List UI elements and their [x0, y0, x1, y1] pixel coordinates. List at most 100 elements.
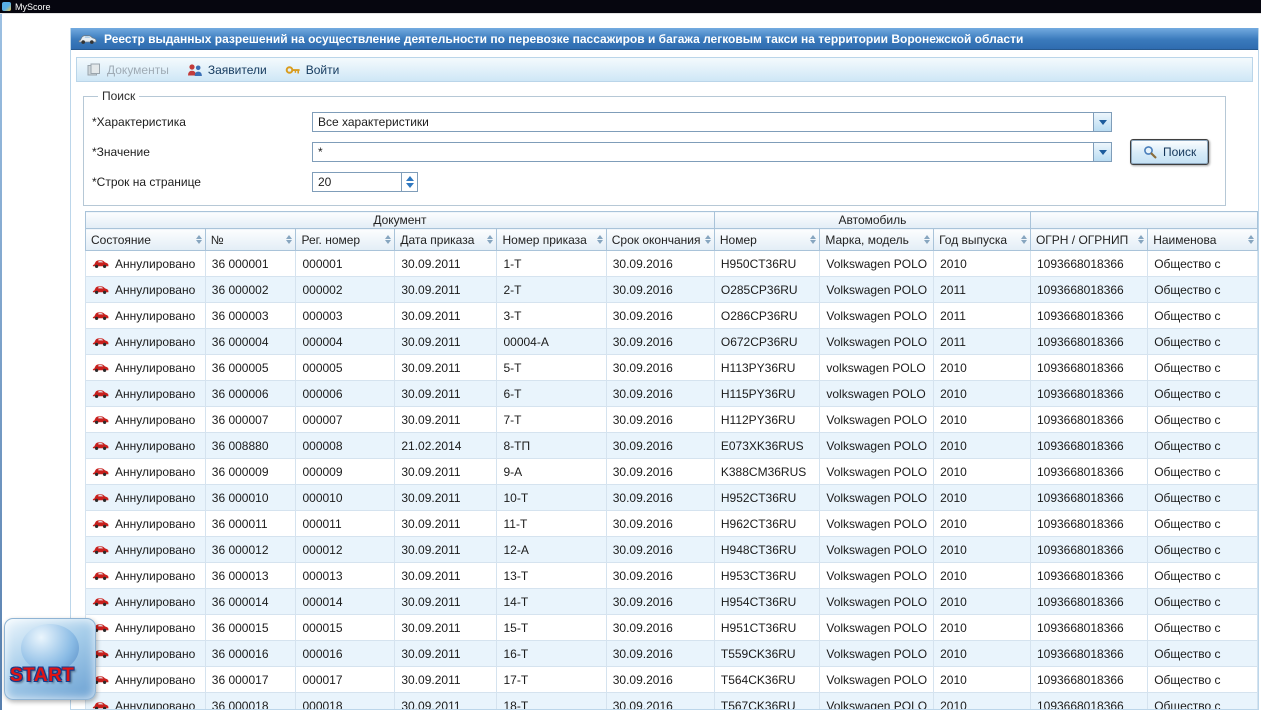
sort-icon[interactable]	[286, 232, 292, 247]
search-button[interactable]: Поиск	[1130, 139, 1210, 165]
status-cell: Аннулировано	[85, 302, 206, 329]
table-cell: H115PY36RU	[713, 380, 821, 407]
column-header-order-number[interactable]: Номер приказа	[496, 228, 607, 251]
status-cell: Аннулировано	[85, 562, 206, 589]
sort-icon[interactable]	[597, 232, 603, 247]
table-row[interactable]: Аннулировано 36 000014 000014 30.09.2011 14-…	[85, 588, 1258, 615]
table-row[interactable]: Аннулировано 36 000013 000013 30.09.2011 13-…	[85, 562, 1258, 589]
search-button-label: Поиск	[1163, 145, 1197, 159]
table-cell: Общество с	[1147, 692, 1258, 709]
sort-icon[interactable]	[487, 232, 493, 247]
table-cell: 2010	[933, 692, 1031, 709]
table-row[interactable]: Аннулировано 36 000003 000003 30.09.2011 3-Т…	[85, 302, 1258, 329]
sort-icon[interactable]	[1021, 232, 1027, 247]
table-cell: 1093668018366	[1029, 302, 1149, 329]
sort-icon[interactable]	[196, 232, 202, 247]
table-cell: 30.09.2011	[394, 536, 498, 563]
table-cell: 3-Т	[496, 302, 607, 329]
table-row[interactable]: Аннулировано 36 000004 000004 30.09.2011 000…	[85, 328, 1258, 355]
table-row[interactable]: Аннулировано 36 000016 000016 30.09.2011 16-…	[85, 640, 1258, 667]
column-header-make-model[interactable]: Марка, модель	[819, 228, 935, 251]
table-cell: Общество с	[1147, 536, 1258, 563]
table-cell: 2010	[933, 354, 1031, 381]
sort-icon[interactable]	[924, 232, 930, 247]
table-cell: 30.09.2011	[394, 380, 498, 407]
table-cell: Общество с	[1147, 666, 1258, 693]
table-row[interactable]: Аннулировано 36 000005 000005 30.09.2011 5-Т…	[85, 354, 1258, 381]
table-cell: 000011	[295, 510, 396, 537]
sort-icon[interactable]	[1248, 232, 1254, 247]
characteristic-combobox[interactable]: Все характеристики	[312, 112, 1112, 132]
table-cell: 16-Т	[496, 640, 607, 667]
table-cell: 2010	[933, 406, 1031, 433]
status-cell: Аннулировано	[85, 458, 206, 485]
table-cell: 36 000009	[204, 458, 297, 485]
toolbar-item-applicants[interactable]: Заявители	[187, 63, 267, 77]
column-header-reg-number[interactable]: Рег. номер	[295, 228, 396, 251]
status-cell: Аннулировано	[85, 640, 206, 667]
people-icon	[187, 63, 203, 77]
table-cell: 6-Т	[496, 380, 607, 407]
table-cell: 1093668018366	[1029, 406, 1149, 433]
toolbar-item-login[interactable]: Войти	[285, 63, 339, 77]
table-row[interactable]: Аннулировано 36 000007 000007 30.09.2011 7-Т…	[85, 406, 1258, 433]
table-cell: 000016	[295, 640, 396, 667]
table-cell: 000007	[295, 406, 396, 433]
table-cell: H950CT36RU	[713, 250, 821, 277]
table-cell: H113PY36RU	[713, 354, 821, 381]
table-cell: 30.09.2016	[605, 328, 715, 355]
table-row[interactable]: Аннулировано 36 008880 000008 21.02.2014 8-Т…	[85, 432, 1258, 459]
table-cell: H951CT36RU	[713, 614, 821, 641]
status-text: Аннулировано	[115, 438, 196, 453]
table-row[interactable]: Аннулировано 36 000015 000015 30.09.2011 15-…	[85, 614, 1258, 641]
sort-icon[interactable]	[1138, 232, 1144, 247]
value-combobox[interactable]: *	[312, 142, 1112, 162]
sort-icon[interactable]	[385, 232, 391, 247]
chevron-down-icon[interactable]	[1093, 143, 1111, 161]
value-label: *Значение	[92, 145, 150, 159]
table-cell: 30.09.2011	[394, 484, 498, 511]
status-cell: Аннулировано	[85, 380, 206, 407]
table-row[interactable]: Аннулировано 36 000002 000002 30.09.2011 2-Т…	[85, 276, 1258, 303]
table-row[interactable]: Аннулировано 36 000011 000011 30.09.2011 11-…	[85, 510, 1258, 537]
table-cell: 30.09.2016	[605, 354, 715, 381]
red-car-icon	[92, 494, 109, 502]
column-header-order-date[interactable]: Дата приказа	[394, 228, 498, 251]
table-cell: 2011	[933, 302, 1031, 329]
table-row[interactable]: Аннулировано 36 000017 000017 30.09.2011 17-…	[85, 666, 1258, 693]
table-cell: Общество с	[1147, 406, 1258, 433]
table-cell: 1093668018366	[1029, 562, 1149, 589]
table-cell: 30.09.2016	[605, 510, 715, 537]
column-header-year[interactable]: Год выпуска	[933, 228, 1031, 251]
rows-per-page-input[interactable]: 20	[312, 172, 402, 192]
sort-icon[interactable]	[810, 232, 816, 247]
window-left-border	[0, 14, 2, 710]
table-cell: 30.09.2011	[394, 640, 498, 667]
sort-icon[interactable]	[705, 232, 711, 247]
table-row[interactable]: Аннулировано 36 000001 000001 30.09.2011 1-Т…	[85, 250, 1258, 277]
table-row[interactable]: Аннулировано 36 000018 000018 30.09.2011 18-…	[85, 692, 1258, 709]
red-car-icon	[92, 364, 109, 372]
table-cell: 15-Т	[496, 614, 607, 641]
column-header-plate[interactable]: Номер	[713, 228, 821, 251]
column-header-expiry-date[interactable]: Срок окончания	[605, 228, 715, 251]
column-header-ogrn[interactable]: ОГРН / ОГРНИП	[1029, 228, 1149, 251]
up-down-arrows-icon[interactable]	[402, 172, 418, 192]
start-label: START	[10, 665, 75, 686]
chevron-down-icon[interactable]	[1093, 113, 1111, 131]
table-row[interactable]: Аннулировано 36 000006 000006 30.09.2011 6-Т…	[85, 380, 1258, 407]
column-header-name[interactable]: Наименова	[1147, 228, 1258, 251]
column-label: Номер	[719, 232, 757, 247]
table-cell: Общество с	[1147, 588, 1258, 615]
column-header-status[interactable]: Состояние	[85, 228, 206, 251]
start-overlay-button[interactable]: START	[4, 618, 96, 700]
table-cell: 000010	[295, 484, 396, 511]
table-row[interactable]: Аннулировано 36 000010 000010 30.09.2011 10-…	[85, 484, 1258, 511]
table-row[interactable]: Аннулировано 36 000012 000012 30.09.2011 12-…	[85, 536, 1258, 563]
status-cell: Аннулировано	[85, 614, 206, 641]
red-car-icon	[92, 312, 109, 320]
table-row[interactable]: Аннулировано 36 000009 000009 30.09.2011 9-А…	[85, 458, 1258, 485]
toolbar-item-documents: Документы	[86, 63, 169, 77]
table-cell: 1093668018366	[1029, 484, 1149, 511]
column-header-number[interactable]: №	[204, 228, 297, 251]
